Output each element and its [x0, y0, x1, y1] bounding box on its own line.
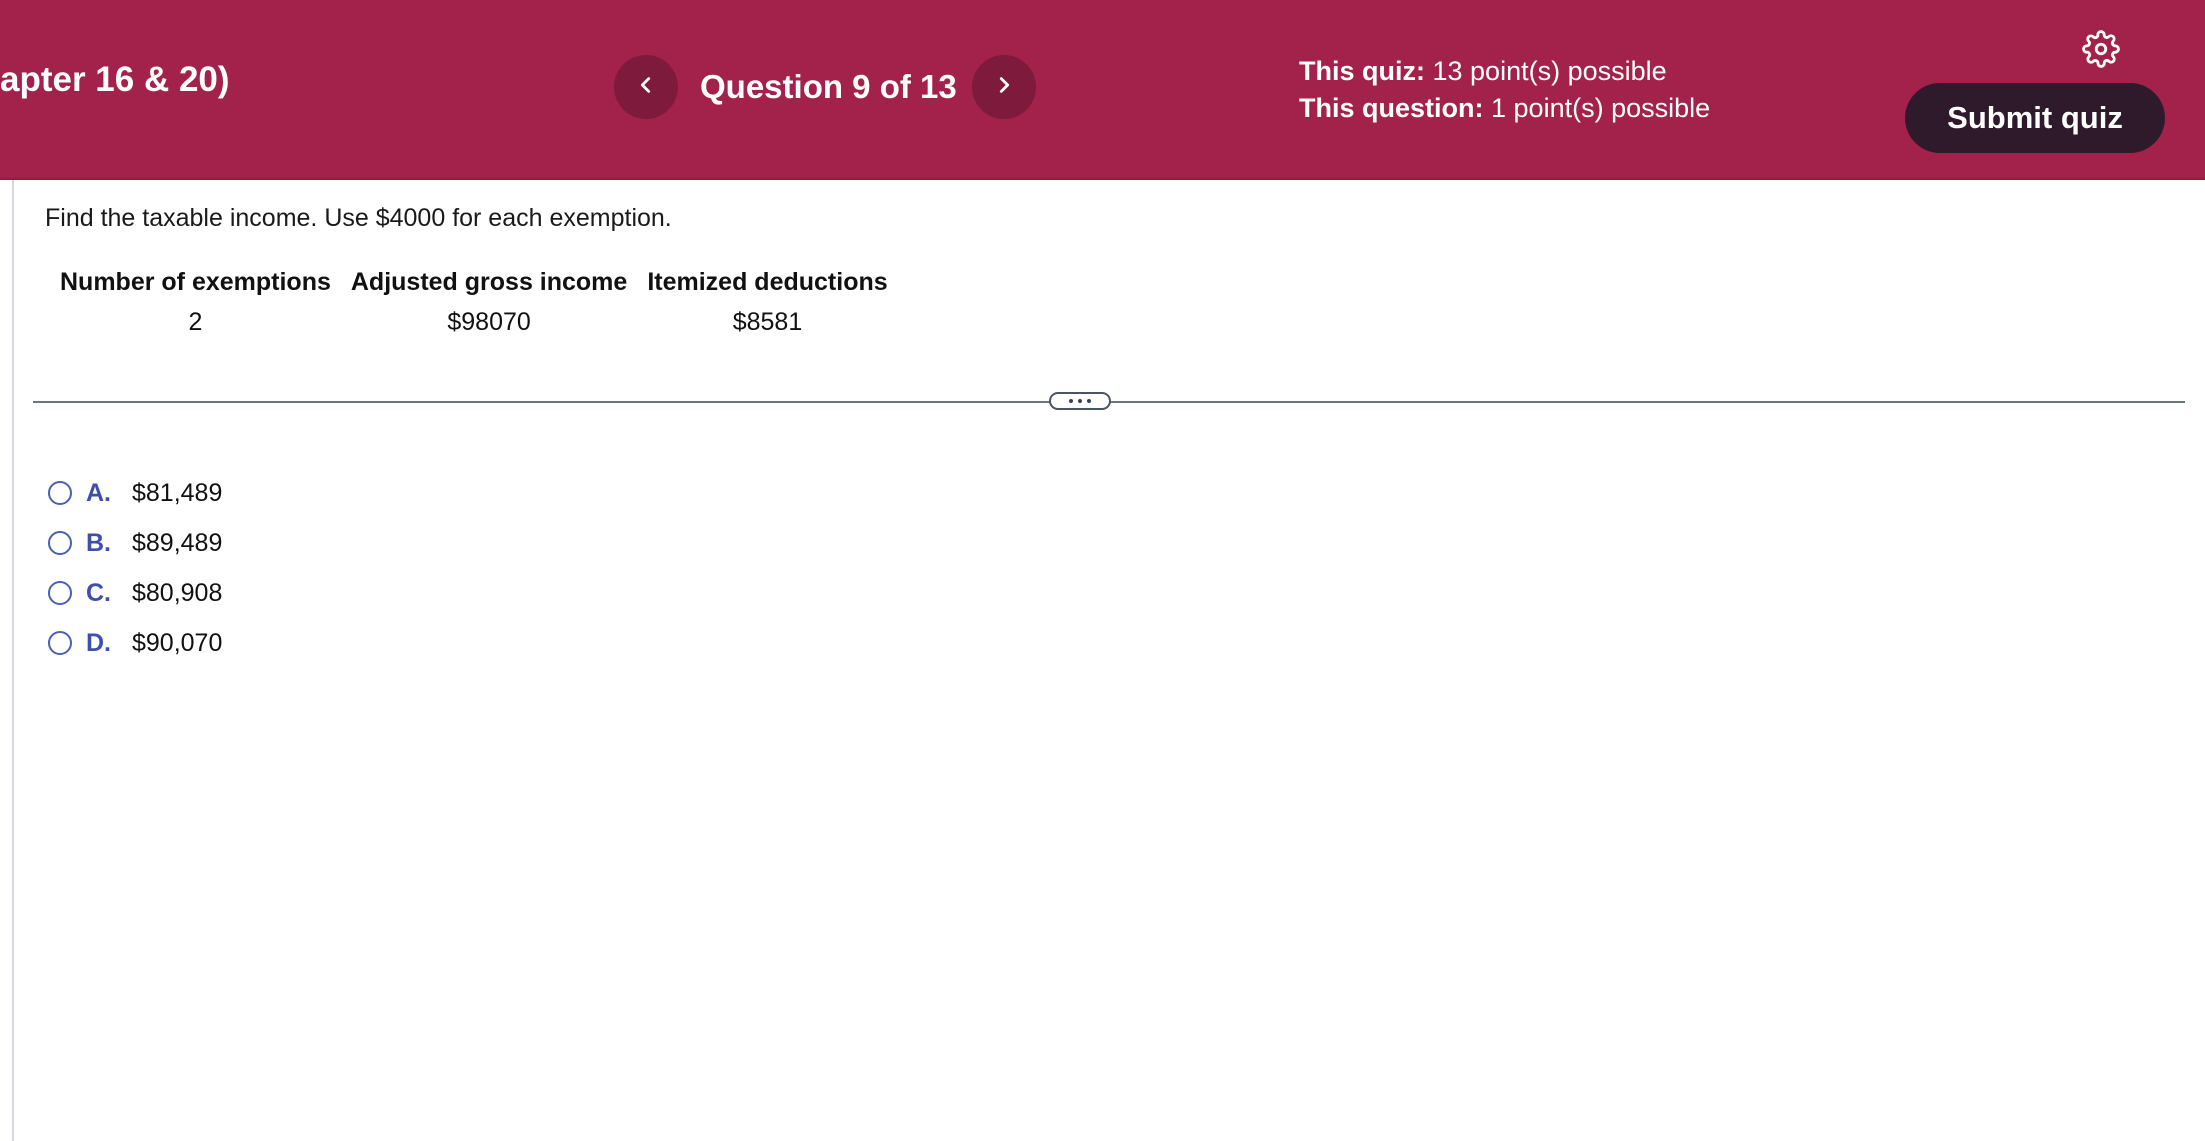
points-info: This quiz: 13 point(s) possible This que…: [1299, 53, 1710, 127]
option-text[interactable]: $90,070: [132, 629, 222, 658]
option-d[interactable]: D. $90,070: [48, 618, 222, 668]
left-border: [12, 180, 14, 1141]
radio-button[interactable]: [48, 531, 72, 555]
option-text[interactable]: $81,489: [132, 479, 222, 508]
quiz-points: This quiz: 13 point(s) possible: [1299, 53, 1710, 90]
table-cell-agi: $98070: [447, 307, 531, 336]
option-text[interactable]: $89,489: [132, 529, 222, 558]
question-points-value: 1 point(s) possible: [1491, 93, 1711, 123]
quiz-points-value: 13 point(s) possible: [1432, 56, 1667, 86]
table-header-row: Number of exemptions Adjusted gross inco…: [50, 262, 898, 302]
handle-dot: [1078, 399, 1082, 403]
option-letter: C.: [86, 578, 111, 607]
option-c[interactable]: C. $80,908: [48, 568, 222, 618]
radio-button[interactable]: [48, 481, 72, 505]
table-header-deductions: Itemized deductions: [647, 267, 888, 296]
chevron-left-icon: [635, 74, 657, 101]
answer-options: A. $81,489 B. $89,489 C. $80,908 D. $90,…: [48, 468, 222, 668]
option-b[interactable]: B. $89,489: [48, 518, 222, 568]
question-data-table: Number of exemptions Adjusted gross inco…: [50, 262, 898, 342]
quiz-header: apter 16 & 20) Question 9 of 13 This qui…: [0, 0, 2205, 180]
option-letter: B.: [86, 528, 111, 557]
divider-resize-handle[interactable]: [1049, 392, 1111, 410]
table-header-exemptions: Number of exemptions: [60, 267, 331, 296]
option-a[interactable]: A. $81,489: [48, 468, 222, 518]
radio-button[interactable]: [48, 581, 72, 605]
handle-dot: [1069, 399, 1073, 403]
gear-icon: [2082, 29, 2120, 73]
question-prompt: Find the taxable income. Use $4000 for e…: [45, 204, 672, 232]
next-question-button[interactable]: [972, 55, 1036, 119]
question-points: This question: 1 point(s) possible: [1299, 90, 1710, 127]
settings-button[interactable]: [2080, 29, 2122, 73]
handle-dot: [1087, 399, 1091, 403]
submit-quiz-button[interactable]: Submit quiz: [1905, 83, 2165, 153]
chevron-right-icon: [993, 74, 1015, 101]
table-row: 2 $98070 $8581: [50, 302, 898, 342]
option-letter: D.: [86, 628, 111, 657]
question-counter: Question 9 of 13: [700, 68, 957, 105]
quiz-points-label: This quiz:: [1299, 56, 1425, 86]
table-header-agi: Adjusted gross income: [350, 267, 628, 296]
quiz-title: apter 16 & 20): [0, 60, 230, 99]
table-cell-exemptions: 2: [188, 307, 203, 336]
option-letter: A.: [86, 478, 111, 507]
radio-button[interactable]: [48, 631, 72, 655]
option-text[interactable]: $80,908: [132, 579, 222, 608]
question-points-label: This question:: [1299, 93, 1484, 123]
previous-question-button[interactable]: [614, 55, 678, 119]
table-cell-deductions: $8581: [732, 307, 803, 336]
